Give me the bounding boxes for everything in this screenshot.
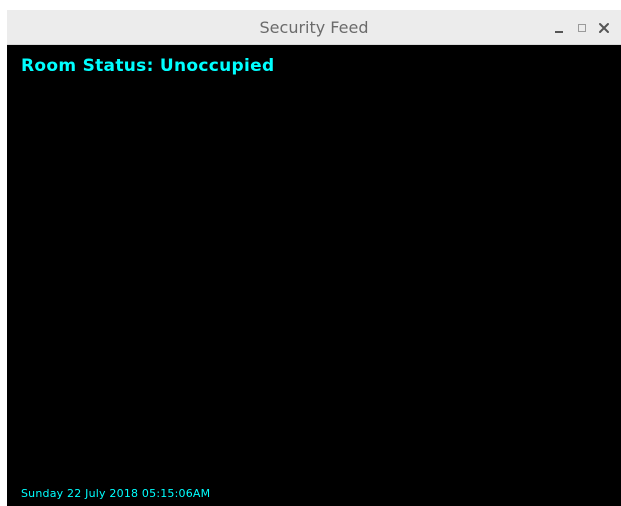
window-controls (551, 10, 613, 45)
security-feed-window: Security Feed Room Status: Unoccupied Su… (7, 10, 621, 506)
window-title: Security Feed (259, 18, 369, 37)
maximize-icon (578, 23, 586, 32)
room-status-label: Room Status: Unoccupied (21, 56, 275, 76)
camera-feed: Room Status: Unoccupied Sunday 22 July 2… (7, 45, 621, 506)
minimize-button[interactable] (551, 18, 569, 38)
title-bar[interactable]: Security Feed (7, 10, 621, 45)
timestamp-label: Sunday 22 July 2018 05:15:06AM (21, 487, 211, 500)
close-button[interactable] (595, 18, 613, 38)
minimize-icon (555, 30, 563, 33)
desktop: Security Feed Room Status: Unoccupied Su… (0, 0, 621, 506)
close-icon (599, 22, 609, 33)
maximize-button[interactable] (573, 18, 591, 38)
